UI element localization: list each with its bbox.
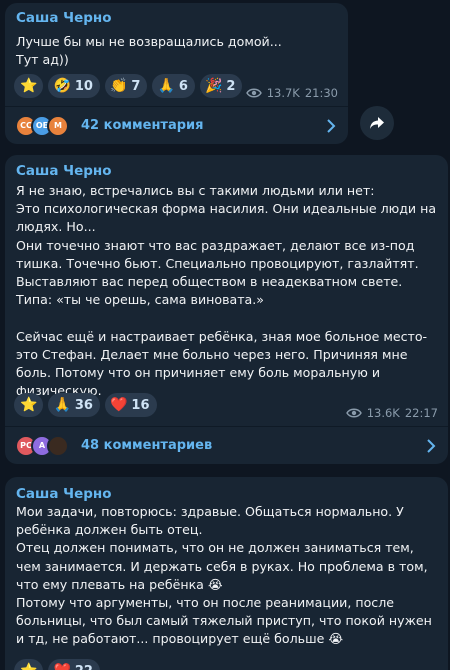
reaction-star[interactable]: ⭐ — [14, 393, 44, 417]
eye-icon — [245, 88, 262, 98]
clap-emoji-icon: 👏 — [109, 78, 128, 94]
reaction-clap[interactable]: 👏 7 — [104, 74, 148, 98]
post-2: Саша Черно Я не знаю, встречались вы с т… — [5, 155, 448, 464]
post-time: 21:30 — [304, 86, 338, 100]
heart-emoji-icon: ❤️ — [109, 397, 128, 413]
reaction-heart[interactable]: ❤️ 16 — [104, 393, 157, 417]
channel-feed: Саша Черно Лучше бы мы не возвращались д… — [0, 0, 450, 670]
avatar — [47, 434, 69, 457]
comments-link[interactable]: PC A 48 комментариев — [5, 427, 448, 464]
post-text: Лучше бы мы не возвращались домой... Тут… — [16, 34, 282, 68]
post-text: Я не знаю, встречались вы с такими людьм… — [16, 183, 437, 399]
chevron-right-icon — [327, 118, 336, 133]
post-author[interactable]: Саша Черно — [16, 10, 112, 26]
pray-emoji-icon: 🙏 — [53, 397, 71, 413]
reaction-rofl[interactable]: 🤣 10 — [48, 74, 100, 98]
reaction-count: 7 — [131, 78, 141, 94]
comments-count-label: 48 комментариев — [81, 438, 213, 453]
reaction-star[interactable]: ⭐ — [14, 74, 44, 98]
post-meta: 13.7K 21:30 — [245, 86, 338, 100]
reactions-bar: ⭐ ❤️ 22 — [14, 659, 100, 670]
reaction-star[interactable]: ⭐ — [14, 659, 44, 670]
comments-link[interactable]: CC OE M 42 комментария — [5, 107, 348, 144]
reaction-count: 36 — [74, 397, 93, 413]
post-author[interactable]: Саша Черно — [16, 486, 112, 502]
star-emoji-icon: ⭐ — [20, 78, 38, 94]
rofl-emoji-icon: 🤣 — [53, 78, 71, 94]
post-1: Саша Черно Лучше бы мы не возвращались д… — [5, 3, 348, 144]
reaction-count: 10 — [74, 78, 93, 94]
views-count: 13.7K — [266, 86, 300, 100]
party-emoji-icon: 🎉 — [204, 78, 223, 94]
reaction-pray[interactable]: 🙏 36 — [48, 393, 100, 417]
views-count: 13.6K — [366, 406, 400, 420]
comment-avatars: CC OE M — [15, 114, 69, 137]
reaction-party[interactable]: 🎉 2 — [199, 74, 243, 98]
reaction-pray[interactable]: 🙏 6 — [152, 74, 195, 98]
pray-emoji-icon: 🙏 — [157, 78, 175, 94]
star-emoji-icon: ⭐ — [20, 397, 38, 413]
post-3: Саша Черно Мои задачи, повторюсь: здравы… — [5, 477, 448, 670]
reaction-count: 2 — [226, 78, 236, 94]
share-button[interactable] — [360, 106, 394, 140]
eye-icon — [345, 408, 362, 418]
avatar: M — [47, 114, 69, 137]
reaction-count: 22 — [75, 664, 93, 670]
star-emoji-icon: ⭐ — [20, 664, 37, 670]
reaction-count: 16 — [131, 397, 150, 413]
comments-count-label: 42 комментария — [81, 118, 204, 133]
reactions-bar: ⭐ 🤣 10 👏 7 🙏 6 🎉 2 — [14, 74, 243, 98]
heart-emoji-icon: ❤️ — [53, 664, 70, 670]
comment-avatars: PC A — [15, 434, 69, 457]
post-time: 22:17 — [404, 406, 438, 420]
post-meta: 13.6K 22:17 — [345, 406, 438, 420]
chevron-right-icon — [427, 438, 436, 453]
share-arrow-icon — [370, 117, 384, 129]
reactions-bar: ⭐ 🙏 36 ❤️ 16 — [14, 393, 157, 417]
post-author[interactable]: Саша Черно — [16, 163, 112, 179]
post-text: Мои задачи, повторюсь: здравые. Общаться… — [16, 504, 432, 647]
reaction-heart[interactable]: ❤️ 22 — [48, 659, 100, 670]
reaction-count: 6 — [178, 78, 188, 94]
